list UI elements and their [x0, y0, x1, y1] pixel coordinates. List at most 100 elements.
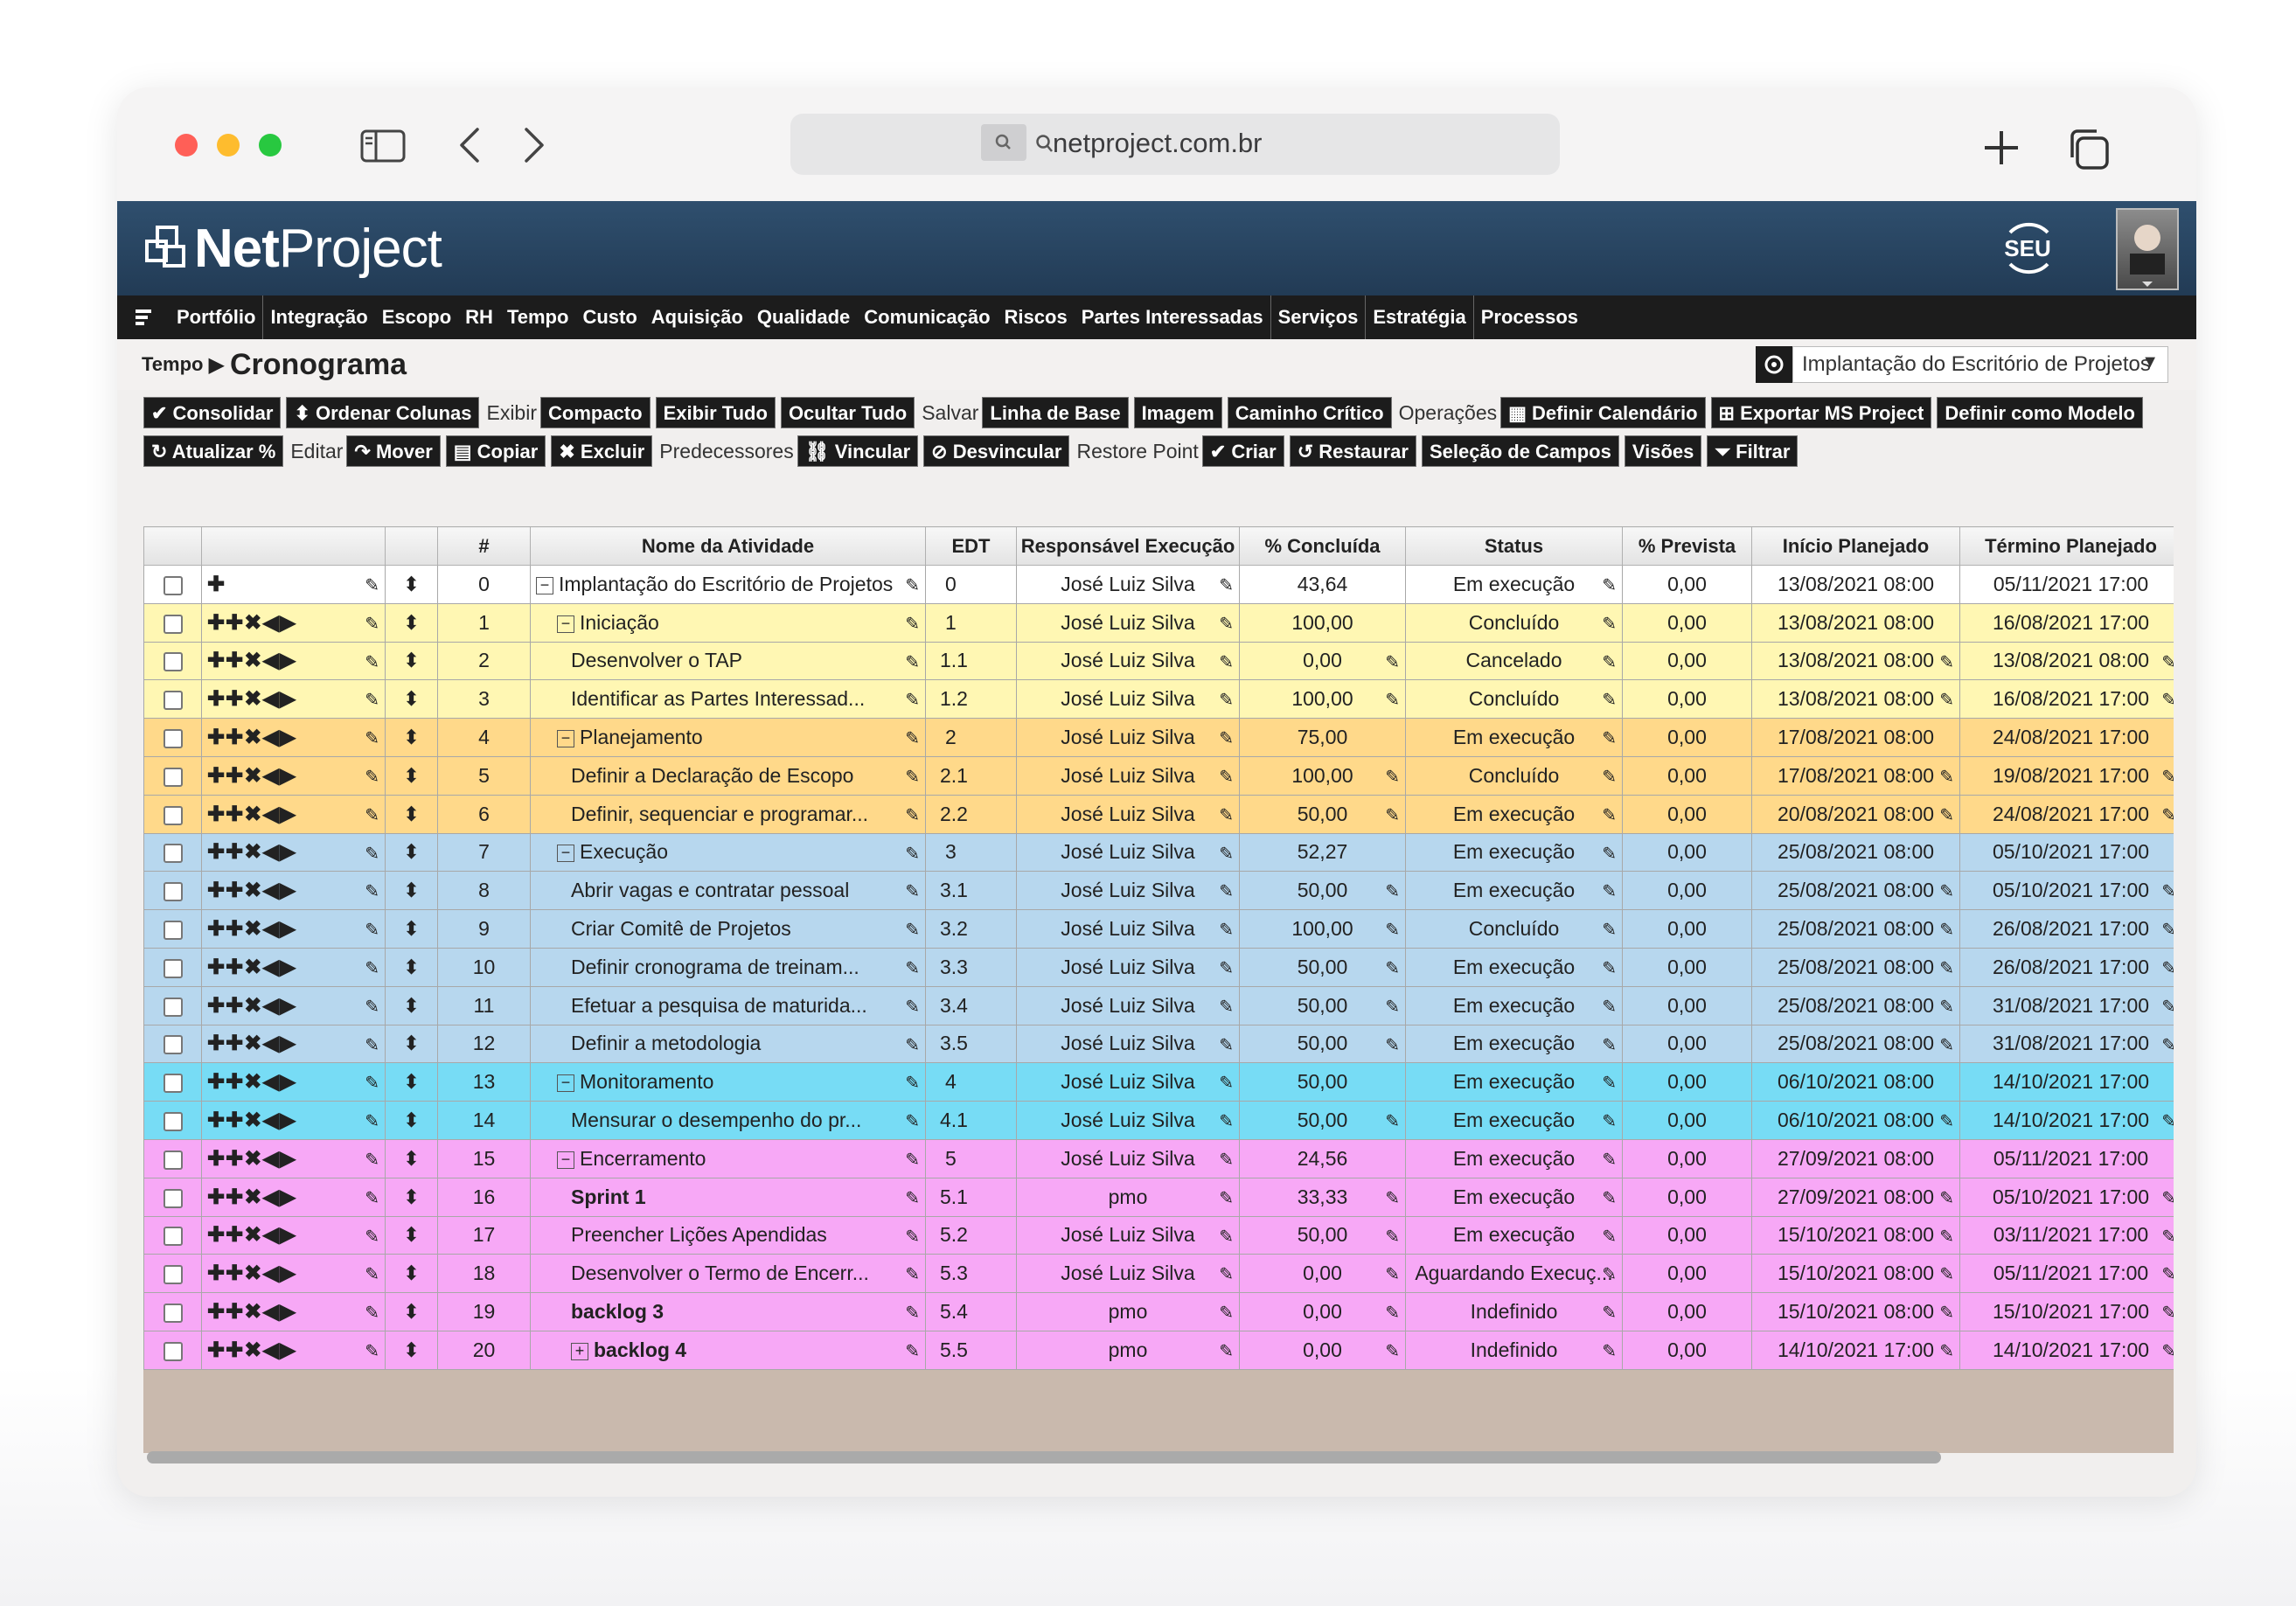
activity-name-cell[interactable]: Definir a Declaração de Escopo ✎ — [530, 755, 926, 796]
pencil-icon[interactable]: ✎ — [1602, 880, 1617, 902]
table-row[interactable]: ✚✚✖◀▶ ✎ ⬍ 10 Definir cronograma de treinam..… — [143, 947, 2174, 987]
expand-icon[interactable]: + — [571, 1342, 588, 1360]
header-termino[interactable]: Término Planejado — [1959, 526, 2174, 566]
table-row[interactable]: ✚✚✖◀▶ ✎ ⬍ 4− Planejamento ✎ 2 José Luiz Silva ✎ 7… — [143, 718, 2174, 757]
pencil-icon[interactable]: ✎ — [1939, 957, 1954, 979]
row-action-icons[interactable]: ✚✚✖◀▶ — [207, 994, 296, 1018]
inicio-planejado-cell[interactable]: 15/10/2021 08:00 ✎ — [1751, 1215, 1960, 1255]
header-status[interactable]: Status — [1405, 526, 1623, 566]
pct-concluida-cell[interactable]: 0,00 ✎ — [1239, 641, 1406, 681]
pencil-icon[interactable]: ✎ — [1385, 1187, 1400, 1209]
row-checkbox[interactable] — [163, 997, 183, 1017]
status-cell[interactable]: Em execução ✎ — [1405, 718, 1623, 757]
status-cell[interactable]: Em execução ✎ — [1405, 794, 1623, 834]
pct-concluida-cell[interactable]: 50,00 ✎ — [1239, 985, 1406, 1025]
activity-name-cell[interactable]: backlog 3 ✎ — [530, 1292, 926, 1331]
table-row[interactable]: ✚✚✖◀▶ ✎ ⬍ 16 Sprint 1 ✎ 5.1 pmo ✎ 33,33 ✎ Em execuç… — [143, 1177, 2174, 1217]
row-checkbox[interactable] — [163, 652, 183, 672]
row-action-icons[interactable]: ✚✚✖◀▶ — [207, 687, 296, 711]
termino-planejado-cell[interactable]: 19/08/2021 17:00✎ — [1959, 755, 2174, 796]
collapse-icon[interactable]: − — [557, 1151, 574, 1169]
forward-arrow-icon[interactable] — [521, 126, 547, 164]
row-action-icons[interactable]: ✚✚✖◀▶ — [207, 879, 296, 902]
pencil-icon[interactable]: ✎ — [2161, 804, 2174, 826]
row-checkbox[interactable] — [163, 614, 183, 634]
pencil-icon[interactable]: ✎ — [1219, 689, 1234, 711]
pct-concluida-cell[interactable]: 100,00 — [1239, 602, 1406, 643]
termino-planejado-cell[interactable]: 14/10/2021 17:00 — [1959, 1062, 2174, 1102]
pencil-icon[interactable]: ✎ — [905, 1226, 920, 1248]
user-avatar[interactable] — [2116, 208, 2179, 290]
status-cell[interactable]: Concluído ✎ — [1405, 679, 1623, 720]
pencil-icon[interactable]: ✎ — [1219, 843, 1234, 865]
pencil-icon[interactable]: ✎ — [905, 1302, 920, 1324]
pencil-icon[interactable]: ✎ — [1219, 1072, 1234, 1094]
inicio-planejado-cell[interactable]: 13/08/2021 08:00 — [1751, 602, 1960, 643]
nav-item-processos[interactable]: Processos — [1472, 295, 1585, 339]
status-cell[interactable]: Em execução ✎ — [1405, 1177, 1623, 1217]
drag-handle-icon[interactable]: ⬍ — [403, 1109, 420, 1131]
row-action-icons[interactable]: ✚✚✖◀▶ — [207, 1223, 296, 1247]
row-checkbox[interactable] — [163, 1074, 183, 1094]
pct-concluida-cell[interactable]: 50,00 ✎ — [1239, 947, 1406, 987]
drag-handle-icon[interactable]: ⬍ — [403, 994, 420, 1017]
activity-name-cell[interactable]: Desenvolver o Termo de Encerr... ✎ — [530, 1254, 926, 1294]
status-cell[interactable]: Indefinido ✎ — [1405, 1292, 1623, 1331]
pencil-icon[interactable]: ✎ — [365, 1034, 379, 1056]
pencil-icon[interactable]: ✎ — [905, 613, 920, 635]
inicio-planejado-cell[interactable]: 17/08/2021 08:00 — [1751, 718, 1960, 757]
row-checkbox[interactable] — [163, 575, 183, 595]
pencil-icon[interactable]: ✎ — [1602, 651, 1617, 673]
table-row[interactable]: ✚✚✖◀▶ ✎ ⬍ 13− Monitoramento ✎ 4 José Luiz Silva… — [143, 1062, 2174, 1102]
termino-planejado-cell[interactable]: 31/08/2021 17:00✎ — [1959, 985, 2174, 1025]
status-cell[interactable]: Concluído ✎ — [1405, 909, 1623, 949]
termino-planejado-cell[interactable]: 16/08/2021 17:00 — [1959, 602, 2174, 643]
consolidar-button[interactable]: ✔ Consolidar — [143, 397, 282, 428]
pencil-icon[interactable]: ✎ — [365, 996, 379, 1018]
pencil-icon[interactable]: ✎ — [1219, 1110, 1234, 1132]
activity-name-cell[interactable]: Definir, sequenciar e programar... ✎ — [530, 794, 926, 834]
pencil-icon[interactable]: ✎ — [905, 843, 920, 865]
pencil-icon[interactable]: ✎ — [1219, 1302, 1234, 1324]
row-checkbox[interactable] — [163, 805, 183, 825]
nav-item-qualidade[interactable]: Qualidade — [750, 295, 857, 339]
pencil-icon[interactable]: ✎ — [1602, 996, 1617, 1018]
menu-icon[interactable] — [117, 295, 170, 339]
pencil-icon[interactable]: ✎ — [1602, 1110, 1617, 1132]
pencil-icon[interactable]: ✎ — [365, 727, 379, 749]
pencil-icon[interactable]: ✎ — [2161, 1034, 2174, 1056]
termino-planejado-cell[interactable]: 05/10/2021 17:00✎ — [1959, 1177, 2174, 1217]
header-pct[interactable]: % Concluída — [1239, 526, 1406, 566]
pencil-icon[interactable]: ✎ — [1939, 766, 1954, 788]
status-cell[interactable]: Em execução ✎ — [1405, 832, 1623, 873]
pencil-icon[interactable]: ✎ — [365, 1340, 379, 1362]
header-inicio[interactable]: Início Planejado — [1751, 526, 1960, 566]
responsavel-cell[interactable]: José Luiz Silva ✎ — [1016, 832, 1240, 873]
drag-handle-icon[interactable]: ⬍ — [403, 803, 420, 825]
row-action-icons[interactable]: ✚✚✖◀▶ — [207, 840, 296, 864]
horizontal-scrollbar[interactable] — [147, 1451, 1941, 1463]
table-row[interactable]: ✚✚✖◀▶ ✎ ⬍ 6 Definir, sequenciar e programar.… — [143, 794, 2174, 834]
drag-handle-icon[interactable]: ⬍ — [403, 1223, 420, 1246]
pencil-icon[interactable]: ✎ — [365, 651, 379, 673]
termino-planejado-cell[interactable]: 05/10/2021 17:00 — [1959, 832, 2174, 873]
activity-name-cell[interactable]: Abrir vagas e contratar pessoal ✎ — [530, 871, 926, 911]
drag-handle-icon[interactable]: ⬍ — [403, 1185, 420, 1208]
row-checkbox[interactable] — [163, 729, 183, 748]
termino-planejado-cell[interactable]: 15/10/2021 17:00✎ — [1959, 1292, 2174, 1331]
pct-concluida-cell[interactable]: 50,00 ✎ — [1239, 1215, 1406, 1255]
url-text[interactable]: netproject.com.br — [1053, 128, 1263, 159]
inicio-planejado-cell[interactable]: 15/10/2021 08:00 ✎ — [1751, 1292, 1960, 1331]
row-checkbox[interactable] — [163, 1265, 183, 1285]
termino-planejado-cell[interactable]: 05/11/2021 17:00 — [1959, 565, 2174, 604]
pencil-icon[interactable]: ✎ — [1602, 1263, 1617, 1285]
activity-name-cell[interactable]: − Monitoramento ✎ — [530, 1062, 926, 1102]
pct-concluida-cell[interactable]: 43,64 — [1239, 565, 1406, 604]
activity-name-cell[interactable]: − Execução ✎ — [530, 832, 926, 873]
pencil-icon[interactable]: ✎ — [365, 804, 379, 826]
pencil-icon[interactable]: ✎ — [905, 689, 920, 711]
pencil-icon[interactable]: ✎ — [1219, 574, 1234, 596]
header-num[interactable]: # — [437, 526, 531, 566]
inicio-planejado-cell[interactable]: 25/08/2021 08:00 ✎ — [1751, 985, 1960, 1025]
pct-concluida-cell[interactable]: 33,33 ✎ — [1239, 1177, 1406, 1217]
